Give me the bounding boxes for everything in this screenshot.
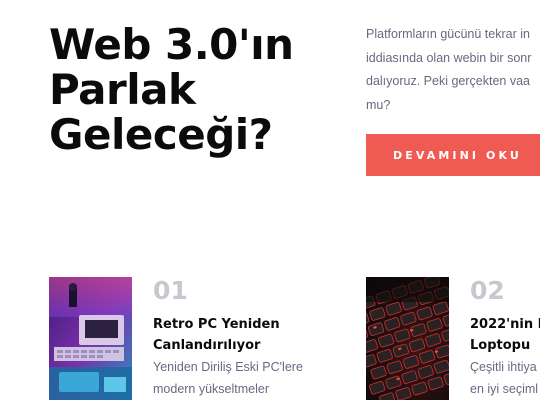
article-excerpt: Çeşitli ihtiya en iyi seçiml [470, 356, 538, 400]
article-excerpt-line: Çeşitli ihtiya [470, 360, 537, 374]
article-number: 01 [153, 276, 188, 305]
hero-description-line: mu? [366, 97, 391, 112]
article-excerpt-line: modern yükseltmeler [153, 382, 270, 396]
hero-title-line: Web 3.0'ın [49, 20, 294, 69]
hero-title-line: Geleceği? [49, 110, 273, 159]
hero-description-line: Platformların gücünü tekrar in [366, 27, 530, 41]
article-excerpt-line: Yeniden Diriliş Eski PC'lere [153, 360, 303, 374]
article-title-line: Loptopu [470, 338, 531, 353]
article-number: 02 [470, 276, 505, 305]
article-excerpt-line: en iyi seçiml [470, 382, 539, 396]
article-title[interactable]: Retro PC Yeniden Canlandırılıyor [153, 314, 280, 356]
article-title[interactable]: 2022'nin E Loptopu [470, 314, 540, 356]
article-excerpt: Yeniden Diriliş Eski PC'lere modern yüks… [153, 356, 303, 400]
article-title-line: Canlandırılıyor [153, 338, 261, 353]
keyboard-thumbnail[interactable] [366, 277, 449, 400]
article-title-line: 2022'nin E [470, 317, 540, 332]
hero-description: Platformların gücünü tekrar in iddiasınd… [366, 23, 540, 117]
hero-title-line: Parlak [49, 65, 196, 114]
retro-computer-thumbnail[interactable] [49, 277, 132, 400]
article-title-line: Retro PC Yeniden [153, 317, 280, 332]
hero-description-line: iddiasında olan webin bir sonr [366, 50, 532, 65]
hero-description-line: dalıyoruz. Peki gerçekten vaa [366, 74, 530, 88]
hero-title[interactable]: Web 3.0'ın Parlak Geleceği? [49, 22, 294, 157]
read-more-button[interactable]: DEVAMINI OKU [366, 134, 540, 176]
page: Web 3.0'ın Parlak Geleceği? Platformları… [0, 0, 540, 400]
